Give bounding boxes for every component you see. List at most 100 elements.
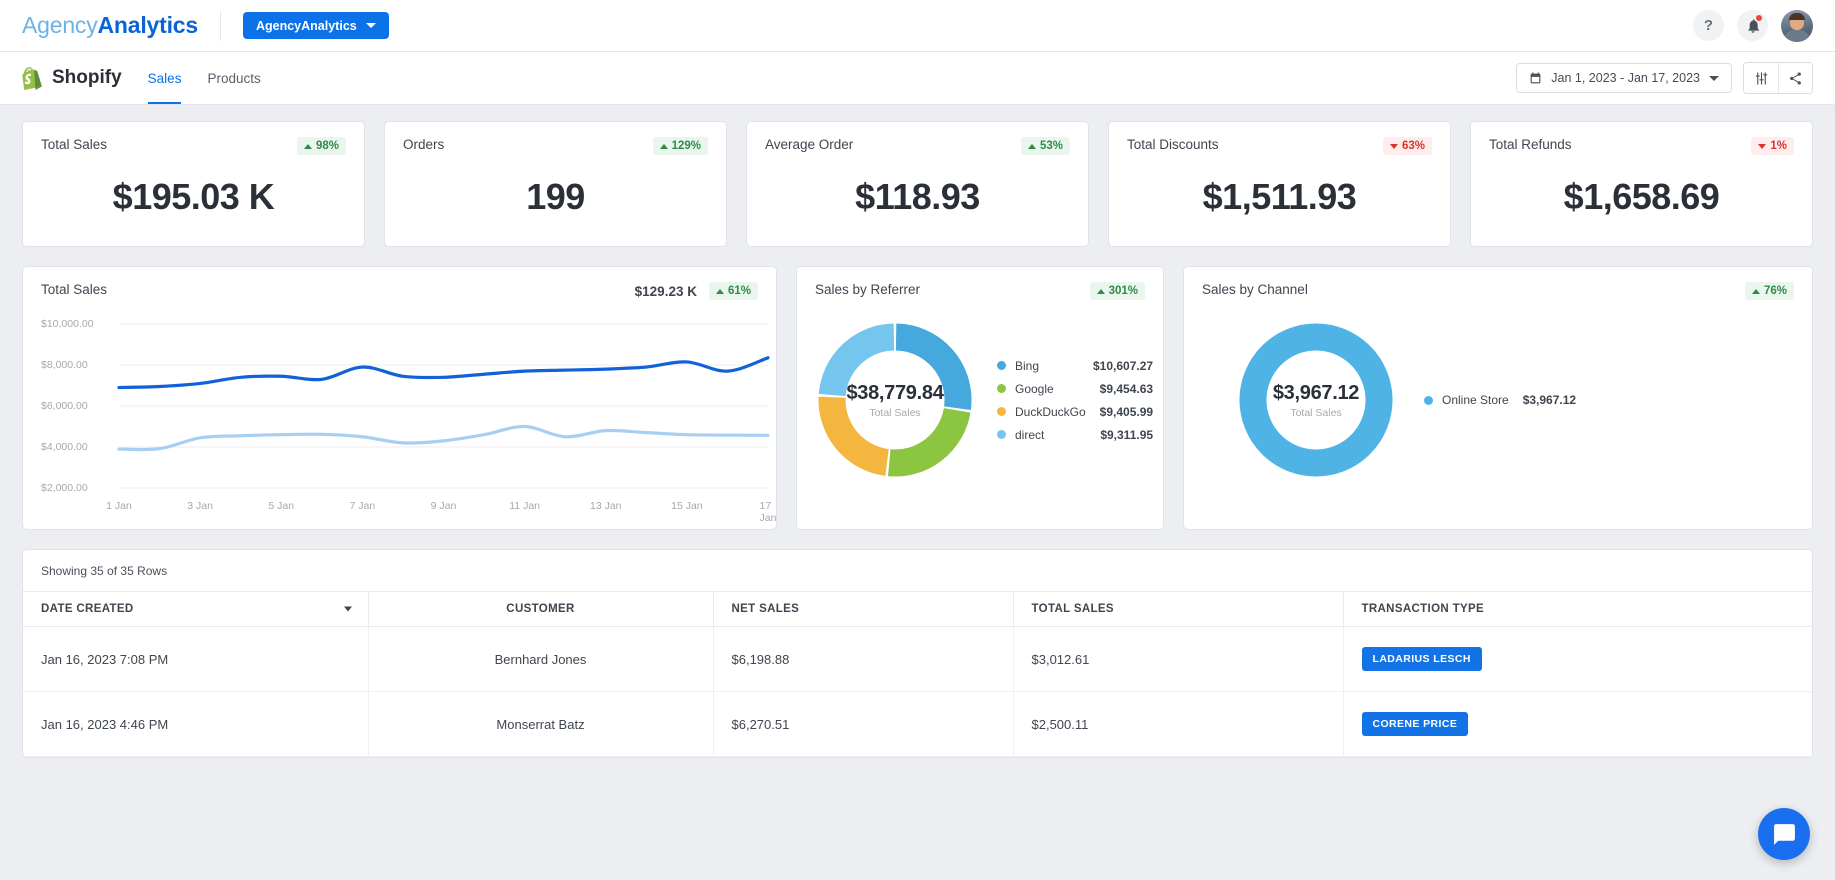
y-axis-tick-label: $4,000.00	[41, 441, 88, 453]
share-icon	[1790, 72, 1801, 84]
tab-products[interactable]: Products	[207, 52, 260, 104]
transactions-table-card: Showing 35 of 35 Rows DATE CREATED CUSTO…	[22, 549, 1813, 758]
tab-sales[interactable]: Sales	[147, 52, 182, 104]
sort-descending-icon[interactable]	[343, 606, 352, 612]
date-range-picker[interactable]: Jan 1, 2023 - Jan 17, 2023	[1516, 63, 1732, 93]
kpi-header: Total Refunds 1%	[1489, 137, 1794, 155]
arrow-up-icon	[715, 288, 724, 294]
kpi-header: Total Sales 98%	[41, 137, 346, 155]
legend-value: $9,454.63	[1099, 381, 1154, 396]
donut-total-caption: Total Sales	[869, 406, 921, 419]
transaction-type-tag[interactable]: CORENE PRICE	[1361, 712, 1469, 736]
column-header-transaction-type[interactable]: TRANSACTION TYPE	[1342, 591, 1812, 627]
header-actions: ?	[1693, 9, 1813, 42]
filter-settings-button[interactable]	[1744, 63, 1778, 93]
cell-net-sales: $6,270.51	[712, 691, 1013, 757]
column-header-customer[interactable]: CUSTOMER	[367, 591, 713, 627]
app-logo: AgencyAnalytics	[22, 12, 198, 39]
row-count-label: Showing 35 of 35 Rows	[41, 564, 168, 578]
legend-color-dot	[997, 361, 1006, 370]
account-switcher-button[interactable]: AgencyAnalytics	[242, 12, 389, 39]
panel-header: Total Sales $129.23 K 61%	[23, 267, 776, 300]
notifications-button[interactable]	[1737, 10, 1768, 41]
channel-legend: Online Store $3,967.12	[1424, 393, 1576, 407]
y-axis-tick-label: $2,000.00	[41, 482, 88, 494]
toolbar-actions: Jan 1, 2023 - Jan 17, 2023	[1516, 62, 1813, 94]
sub-navigation-tabs: Sales Products	[147, 52, 261, 104]
badge-value: 63%	[1401, 140, 1425, 152]
logo-text-bold: Analytics	[97, 12, 199, 38]
column-label: DATE CREATED	[41, 603, 134, 615]
panel-title: Sales by Channel	[1202, 282, 1308, 297]
status-badge: 61%	[708, 282, 758, 300]
arrow-up-icon	[1027, 143, 1036, 149]
donut-total-caption: Total Sales	[1290, 406, 1342, 419]
cell-date-created: Jan 16, 2023 7:08 PM	[23, 626, 368, 692]
panel-header: Sales by Referrer 301%	[797, 267, 1163, 300]
help-button[interactable]: ?	[1693, 10, 1724, 41]
top-header-bar: AgencyAnalytics AgencyAnalytics ?	[0, 0, 1835, 52]
transaction-type-tag[interactable]: LADARIUS LESCH	[1361, 647, 1482, 671]
account-switcher-label: AgencyAnalytics	[255, 18, 357, 33]
panel-title: Sales by Referrer	[815, 282, 921, 297]
avatar[interactable]	[1781, 9, 1813, 42]
x-axis-tick-label: 5 Jan	[268, 500, 295, 512]
status-badge: 1%	[1751, 137, 1794, 155]
avatar-body	[1783, 29, 1811, 42]
badge-value: 53%	[1039, 140, 1063, 152]
kpi-label: Total Refunds	[1489, 137, 1572, 152]
kpi-value: $1,511.93	[1202, 176, 1357, 217]
table-row[interactable]: Jan 16, 2023 7:08 PM Bernhard Jones $6,1…	[23, 626, 1812, 692]
kpi-label: Orders	[403, 137, 445, 152]
share-button[interactable]	[1778, 63, 1812, 93]
chat-launcher-button[interactable]	[1758, 808, 1810, 860]
donut-total-value: $3,967.12	[1272, 381, 1360, 404]
column-header-date-created[interactable]: DATE CREATED	[23, 591, 368, 627]
calendar-icon	[1530, 72, 1541, 83]
legend-label: Bing	[1015, 358, 1040, 373]
legend-label: Online Store	[1442, 393, 1509, 407]
badge-value: 61%	[727, 285, 751, 297]
column-header-total-sales[interactable]: TOTAL SALES	[1012, 591, 1343, 627]
legend-value: $3,967.12	[1522, 393, 1577, 407]
panel-total-value: $129.23 K	[634, 283, 697, 299]
arrow-down-icon	[1389, 143, 1398, 149]
referrer-legend: Bing $10,607.27 Google $9,454.63 DuckDuc…	[997, 359, 1153, 442]
donut-total-value: $38,779.84	[846, 381, 944, 404]
status-badge: 98%	[296, 137, 346, 155]
question-mark-icon: ?	[1703, 17, 1714, 34]
legend-item: Google $9,454.63	[997, 382, 1153, 396]
toolbar-icon-group	[1743, 62, 1813, 94]
integration-toolbar: Shopify Sales Products Jan 1, 2023 - Jan…	[0, 52, 1835, 105]
y-axis-tick-label: $6,000.00	[41, 400, 88, 412]
badge-value: 301%	[1108, 285, 1138, 297]
kpi-card-orders: Orders 129% 199	[384, 121, 727, 247]
x-axis-tick-label: 17 Jan	[759, 500, 777, 524]
legend-value: $10,607.27	[1093, 358, 1154, 373]
column-header-net-sales[interactable]: NET SALES	[712, 591, 1013, 627]
kpi-label: Average Order	[765, 137, 854, 152]
arrow-up-icon	[659, 143, 668, 149]
arrow-up-icon	[303, 143, 312, 149]
sales-by-channel-card: Sales by Channel 76% $3,967.12 Total Sal…	[1183, 266, 1813, 530]
legend-color-dot	[997, 384, 1006, 393]
logo-text-light: Agency	[22, 12, 98, 38]
panel-header-right: $129.23 K 61%	[635, 282, 758, 300]
shopify-icon	[22, 66, 43, 90]
table-row[interactable]: Jan 16, 2023 4:46 PM Monserrat Batz $6,2…	[23, 691, 1812, 757]
legend-label: DuckDuckGo	[1015, 404, 1086, 419]
legend-label: Google	[1015, 381, 1054, 396]
charts-row: Total Sales $129.23 K 61% $2,000.00 $4,00…	[22, 266, 1813, 530]
donut-body: $38,779.84 Total Sales Bing $10,607.27 G…	[797, 300, 1163, 500]
referrer-donut: $38,779.84 Total Sales	[815, 320, 975, 480]
legend-item: Bing $10,607.27	[997, 359, 1153, 373]
donut-body: $3,967.12 Total Sales Online Store $3,96…	[1184, 300, 1812, 500]
cell-customer: Monserrat Batz	[367, 691, 713, 757]
badge-value: 1%	[1770, 140, 1787, 152]
chevron-down-icon	[1709, 75, 1719, 81]
status-badge: 76%	[1744, 282, 1794, 300]
cell-date-created: Jan 16, 2023 4:46 PM	[23, 691, 368, 757]
table-header-row: DATE CREATED CUSTOMER NET SALES TOTAL SA…	[23, 591, 1812, 627]
line-chart-plot: $2,000.00 $4,000.00 $6,000.00 $8,000.00 $10,…	[23, 306, 776, 524]
badge-value: 129%	[671, 140, 701, 152]
